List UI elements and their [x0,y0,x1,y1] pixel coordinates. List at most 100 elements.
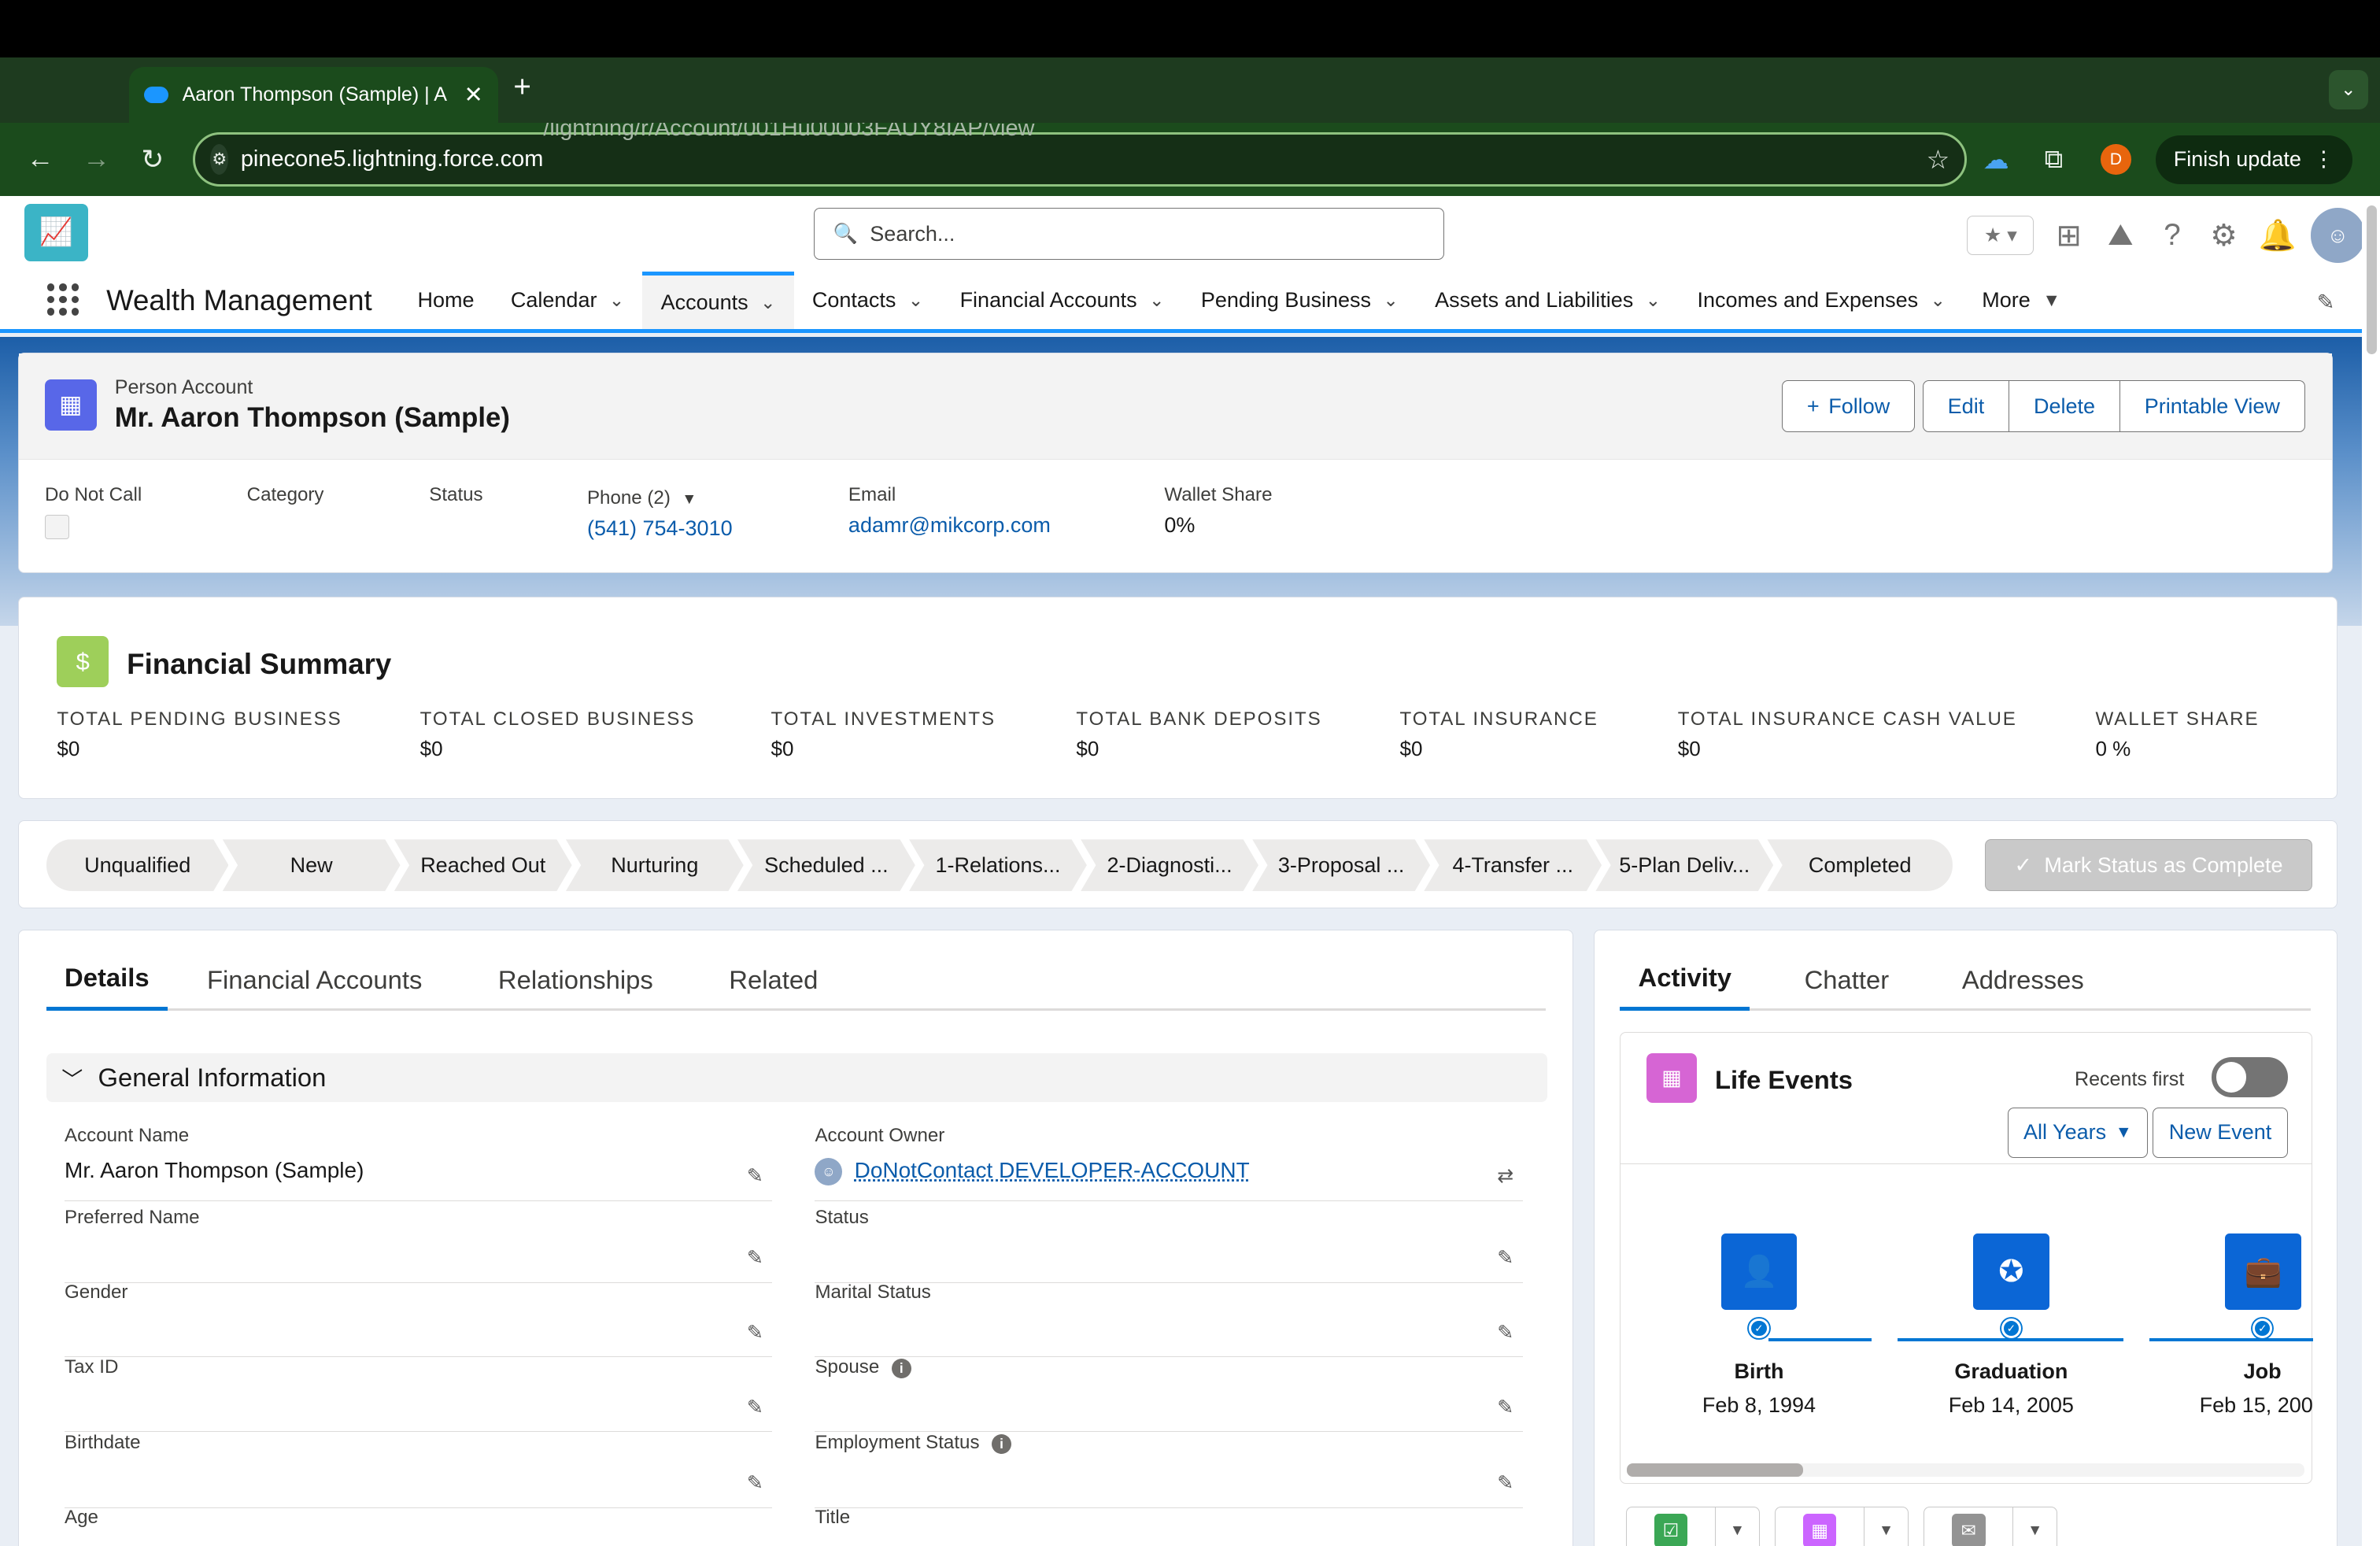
all-years-dropdown[interactable]: All Years ▼ [2007,1108,2148,1158]
nav-item-home[interactable]: Home [399,272,492,328]
nav-item-contacts[interactable]: Contacts ⌄ [794,272,942,328]
cloud-extension-icon[interactable]: ☁ [1967,145,2024,175]
delete-button[interactable]: Delete [2009,380,2120,433]
recents-first-toggle[interactable] [2212,1057,2288,1097]
app-launcher-icon[interactable] [46,283,80,316]
new-tab-icon[interactable]: + [513,70,531,105]
back-icon[interactable]: ← [12,144,68,175]
edit-button[interactable]: Edit [1922,380,2010,433]
edit-pencil-icon[interactable]: ✎ [747,1246,763,1270]
edit-pencil-icon[interactable]: ✎ [1497,1246,1513,1270]
chevron-down-icon[interactable]: ⌄ [1149,290,1164,311]
chevron-down-icon[interactable]: ▼ [1864,1507,1908,1546]
path-step-completed[interactable]: Completed [1767,839,1953,891]
path-step-unqualified[interactable]: Unqualified [46,839,229,891]
bookmark-star-icon[interactable]: ☆ [1927,145,1949,175]
chevron-down-icon[interactable]: ⌄ [609,290,624,311]
follow-button[interactable]: + Follow [1782,380,1916,433]
email-publisher[interactable]: ✉ ▼ [1924,1506,2058,1546]
chevron-down-icon[interactable]: ⌄ [1383,290,1398,311]
edit-pencil-icon[interactable]: ✎ [1497,1471,1513,1495]
address-bar[interactable]: ⚙ pinecone5.lightning.force.com/lightnin… [193,116,1968,187]
path-step-scheduled[interactable]: Scheduled ... [737,839,915,891]
edit-pencil-icon[interactable]: ✎ [747,1321,763,1344]
notifications-bell-icon[interactable]: 🔔 [2259,218,2297,253]
tab-relationships[interactable]: Relationships [480,949,671,1011]
path-step-4-transfer[interactable]: 4-Transfer ... [1424,839,1602,891]
close-tab-icon[interactable]: ✕ [464,81,482,109]
edit-pencil-icon[interactable]: ✎ [747,1471,763,1495]
printable-view-button[interactable]: Printable View [2119,380,2305,433]
tab-activity[interactable]: Activity [1620,949,1750,1012]
trailhead-icon[interactable]: ⛰ [2104,218,2137,253]
path-step-reached-out[interactable]: Reached Out [394,839,572,891]
email-link[interactable]: adamr@mikcorp.com [848,513,1051,538]
info-icon[interactable]: i [891,1358,911,1378]
field-title: Title [815,1507,1522,1546]
global-search-input[interactable]: 🔍 Search... [814,208,1445,260]
tab-chatter[interactable]: Chatter [1786,949,1907,1011]
nav-item-incomes-expenses[interactable]: Incomes and Expenses ⌄ [1679,272,1964,328]
tab-details[interactable]: Details [46,949,168,1012]
life-event-birth[interactable]: 👤 ✓ Birth Feb 8, 1994 [1653,1233,1865,1418]
path-step-2-diagnostic[interactable]: 2-Diagnosti... [1081,839,1258,891]
nav-item-pending-business[interactable]: Pending Business ⌄ [1183,272,1417,328]
global-actions-plus-icon[interactable]: ⊞ [2052,218,2085,253]
chevron-down-icon[interactable]: ⌄ [760,292,775,313]
caret-down-icon[interactable]: ▼ [2042,290,2060,311]
nav-item-calendar[interactable]: Calendar ⌄ [493,272,643,328]
path-step-5-plan-delivery[interactable]: 5-Plan Deliv... [1595,839,1773,891]
finish-update-button[interactable]: Finish update ⋮ [2155,135,2353,184]
page-scrollbar[interactable] [2362,195,2380,1546]
section-general-information[interactable]: ﹀ General Information [46,1053,1547,1103]
edit-nav-pencil-icon[interactable]: ✎ [2317,290,2335,315]
life-event-graduation[interactable]: ✪ ✓ Graduation Feb 14, 2005 [1905,1233,2117,1418]
phone-link[interactable]: (541) 754-3010 [587,516,733,541]
mark-status-complete-button[interactable]: ✓ Mark Status as Complete [1984,839,2313,891]
new-event-button[interactable]: New Event [2153,1108,2288,1158]
tab-addresses[interactable]: Addresses [1944,949,2102,1011]
life-event-job[interactable]: 💼 ✓ Job Feb 15, 200 [2157,1233,2314,1418]
chevron-down-icon[interactable]: ⌄ [1646,290,1661,311]
nav-item-accounts[interactable]: Accounts ⌄ [642,272,794,329]
horizontal-scrollbar[interactable] [1627,1463,2304,1477]
extensions-puzzle-icon[interactable]: ⧉ [2025,144,2082,175]
path-step-nurturing[interactable]: Nurturing [566,839,744,891]
chevron-down-icon[interactable]: ⌄ [908,290,923,311]
favorites-star-icon[interactable]: ★ ▾ [1967,216,2034,256]
nav-item-financial-accounts[interactable]: Financial Accounts ⌄ [941,272,1182,328]
user-avatar[interactable]: ☺ [2310,208,2365,263]
app-logo[interactable]: 📈 [24,203,88,261]
edit-pencil-icon[interactable]: ✎ [747,1396,763,1419]
edit-pencil-icon[interactable]: ✎ [1497,1396,1513,1419]
nav-item-more[interactable]: More ▼ [1964,272,2079,328]
tab-search-icon[interactable]: ⌄ [2328,69,2368,109]
forward-icon[interactable]: → [68,144,124,175]
chevron-down-icon[interactable]: ▼ [1715,1507,1759,1546]
new-task-publisher[interactable]: ☑ ▼ [1626,1506,1760,1546]
reload-icon[interactable]: ↻ [124,144,180,176]
chevron-down-icon[interactable]: ⌄ [1931,290,1946,311]
browser-tab[interactable]: Aaron Thompson (Sample) | A ✕ [129,66,499,124]
nav-item-assets-liabilities[interactable]: Assets and Liabilities ⌄ [1417,272,1679,328]
help-icon[interactable]: ? [2156,218,2189,253]
info-icon[interactable]: i [991,1434,1012,1455]
metric-total-bank-deposits: TOTAL BANK DEPOSITS $0 [1076,708,1321,761]
edit-pencil-icon[interactable]: ✎ [747,1164,763,1188]
metric-value: $0 [1677,737,1701,761]
edit-pencil-icon[interactable]: ✎ [1497,1321,1513,1344]
owner-link[interactable]: DoNotContact DEVELOPER-ACCOUNT [855,1158,1250,1182]
tab-related[interactable]: Related [711,949,836,1011]
path-step-3-proposal[interactable]: 3-Proposal ... [1252,839,1430,891]
path-step-new[interactable]: New [223,839,401,891]
new-event-publisher[interactable]: ▦ ▼ [1775,1506,1909,1546]
profile-avatar[interactable]: D [2101,144,2131,175]
tab-financial-accounts[interactable]: Financial Accounts [189,949,441,1011]
site-info-icon[interactable]: ⚙ [210,144,229,175]
setup-gear-icon[interactable]: ⚙ [2207,218,2240,253]
caret-down-icon[interactable]: ▼ [682,491,697,508]
do-not-call-checkbox[interactable] [44,515,69,540]
change-owner-icon[interactable]: ⇄ [1497,1164,1513,1188]
path-step-1-relationship[interactable]: 1-Relations... [909,839,1087,891]
chevron-down-icon[interactable]: ▼ [2012,1507,2057,1546]
